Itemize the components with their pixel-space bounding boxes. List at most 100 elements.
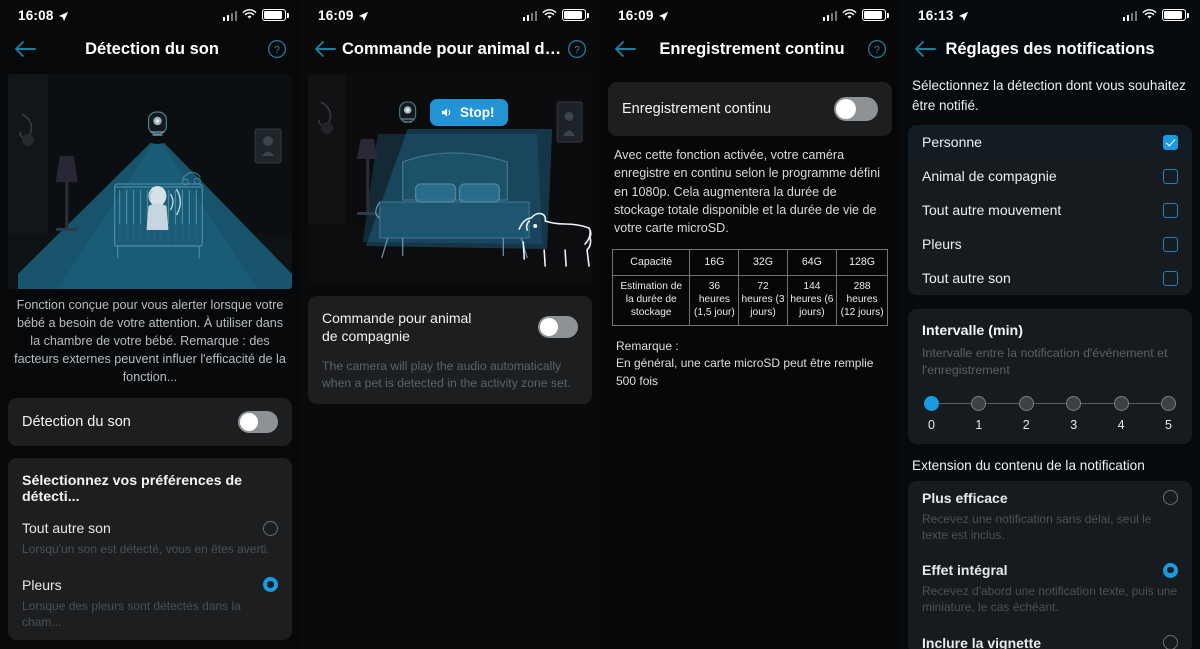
help-icon[interactable]: ? xyxy=(266,38,288,60)
help-icon[interactable]: ? xyxy=(566,38,588,60)
status-time: 16:13 xyxy=(918,7,954,23)
continuous-recording-toggle[interactable] xyxy=(834,97,878,121)
nav-bar: Commande pour animal de... ? xyxy=(300,30,600,68)
slider-tick-label: 4 xyxy=(1117,417,1125,432)
back-button[interactable] xyxy=(612,36,638,62)
option-row-any-other-sound[interactable]: Tout autre son xyxy=(8,511,292,538)
panel-notification-settings: 16:13 Réglages des notifications Sélecti… xyxy=(900,0,1200,649)
radio-any-other-sound[interactable] xyxy=(263,520,278,536)
table-header-cell: 16G xyxy=(689,249,740,277)
radio-include-thumbnail[interactable] xyxy=(1163,635,1178,649)
back-button[interactable] xyxy=(912,36,938,62)
slider-dot-0[interactable] xyxy=(924,396,939,412)
radio-crying[interactable] xyxy=(263,577,278,593)
back-button[interactable] xyxy=(312,36,338,62)
slider-dot-5[interactable] xyxy=(1160,396,1176,412)
interval-slider[interactable]: 0 1 2 3 4 5 xyxy=(908,382,1192,444)
status-time-group: 16:09 xyxy=(318,8,369,23)
extension-section-title: Extension du contenu de la notification xyxy=(912,457,1145,473)
option-desc: Lorsque des pleurs sont détectés dans la… xyxy=(22,598,241,629)
remark-block: Remarque : En général, une carte microSD… xyxy=(600,326,900,390)
table-cell: 288 heures (12 jours) xyxy=(836,275,888,326)
option-desc: Recevez une notification sans délai, seu… xyxy=(922,511,1152,543)
continuous-recording-description: Avec cette fonction activée, votre camér… xyxy=(614,148,881,235)
help-icon[interactable]: ? xyxy=(866,38,888,60)
checkbox-row-person[interactable]: Personne xyxy=(908,125,1192,160)
slider-dot-3[interactable] xyxy=(1066,396,1082,412)
feature-description: Fonction conçue pour vous alerter lorsqu… xyxy=(14,298,286,384)
status-time: 16:08 xyxy=(18,7,54,23)
radio-most-efficient[interactable] xyxy=(1163,490,1178,506)
cellular-signal-icon xyxy=(222,10,237,21)
sound-detection-toggle[interactable] xyxy=(238,411,278,434)
slider-dot-2[interactable] xyxy=(1018,396,1034,412)
checkbox-row-other-sound[interactable]: Tout autre son xyxy=(908,261,1192,295)
status-indicators xyxy=(522,8,589,23)
page-title: Commande pour animal de... xyxy=(342,39,566,58)
sound-detection-toggle-card: Détection du son xyxy=(8,398,292,447)
continuous-recording-toggle-row[interactable]: Enregistrement continu xyxy=(608,82,892,136)
checkbox-person[interactable] xyxy=(1163,134,1178,150)
stop-audio-bubble: Stop! xyxy=(430,99,508,126)
slider-tick-label: 5 xyxy=(1164,417,1172,432)
pet-command-description: The camera will play the audio automatic… xyxy=(322,359,571,390)
option-desc: Recevez d'abord une notification texte, … xyxy=(922,584,1178,615)
detection-preferences-title: Sélectionnez vos préférences de détecti.… xyxy=(22,473,242,506)
location-arrow-icon xyxy=(358,10,369,21)
battery-icon xyxy=(862,9,889,21)
table-cell: 72 heures (3 jours) xyxy=(738,275,788,326)
wifi-icon xyxy=(242,8,257,23)
checkbox-pet[interactable] xyxy=(1163,168,1178,184)
slider-track xyxy=(924,396,1176,412)
interval-title: Intervalle (min) xyxy=(922,323,1023,340)
status-time: 16:09 xyxy=(618,7,654,23)
location-arrow-icon xyxy=(658,10,669,21)
back-button[interactable] xyxy=(12,36,38,62)
pet-command-label-line1: Commande pour animal xyxy=(322,310,472,326)
checkbox-other-sound[interactable] xyxy=(1163,270,1178,286)
svg-text:?: ? xyxy=(874,45,880,56)
status-indicators xyxy=(822,8,889,23)
status-bar: 16:09 xyxy=(600,0,900,30)
status-time-group: 16:09 xyxy=(618,8,669,23)
option-row-crying[interactable]: Pleurs xyxy=(8,568,292,595)
sound-detection-label: Détection du son xyxy=(22,413,131,430)
option-label: Inclure la vignette xyxy=(922,634,1042,649)
checkbox-label: Tout autre mouvement xyxy=(922,202,1062,219)
checkbox-row-other-motion[interactable]: Tout autre mouvement xyxy=(908,193,1192,227)
checkbox-row-crying[interactable]: Pleurs xyxy=(908,227,1192,261)
option-label: Tout autre son xyxy=(22,520,111,537)
checkbox-label: Personne xyxy=(922,134,982,151)
slider-dot-1[interactable] xyxy=(971,396,987,412)
pet-command-label-line2: de compagnie xyxy=(322,328,410,345)
table-cell: 144 heures (6 jours) xyxy=(786,275,838,326)
sound-detection-toggle-row[interactable]: Détection du son xyxy=(8,398,292,446)
pet-command-toggle[interactable] xyxy=(538,316,578,339)
option-row-full-effect[interactable]: Effet intégral xyxy=(908,553,1192,580)
option-row-most-efficient[interactable]: Plus efficace xyxy=(908,481,1192,508)
detection-checkbox-card: Personne Animal de compagnie Tout autre … xyxy=(908,125,1192,296)
remark-body: En général, une carte microSD peut être … xyxy=(616,356,874,388)
slider-dot-4[interactable] xyxy=(1113,396,1129,412)
checkbox-row-pet[interactable]: Animal de compagnie xyxy=(908,159,1192,193)
slider-tick-label: 1 xyxy=(975,417,983,432)
checkbox-label: Pleurs xyxy=(922,236,962,253)
radio-full-effect[interactable] xyxy=(1163,562,1178,578)
notification-intro: Sélectionnez la détection dont vous souh… xyxy=(912,78,1186,113)
slider-ticks: 0 1 2 3 4 5 xyxy=(924,418,1176,432)
status-time-group: 16:13 xyxy=(918,8,969,23)
checkbox-other-motion[interactable] xyxy=(1163,202,1178,218)
status-indicators xyxy=(1122,8,1189,23)
cellular-signal-icon xyxy=(822,10,837,21)
stop-bubble-label: Stop! xyxy=(460,105,495,120)
nav-bar: Enregistrement continu ? xyxy=(600,30,900,68)
checkbox-crying[interactable] xyxy=(1163,236,1178,252)
option-row-include-thumbnail[interactable]: Inclure la vignette xyxy=(908,626,1192,649)
table-cell: 36 heures (1,5 jour) xyxy=(689,275,740,326)
pet-command-toggle-row[interactable]: Commande pour animal de compagnie xyxy=(308,296,592,358)
location-arrow-icon xyxy=(958,10,969,21)
table-header-cell: Capacité xyxy=(611,249,691,277)
wifi-icon xyxy=(1142,8,1157,23)
pet-command-label: Commande pour animal de compagnie xyxy=(322,309,471,345)
speaker-icon xyxy=(440,106,453,119)
